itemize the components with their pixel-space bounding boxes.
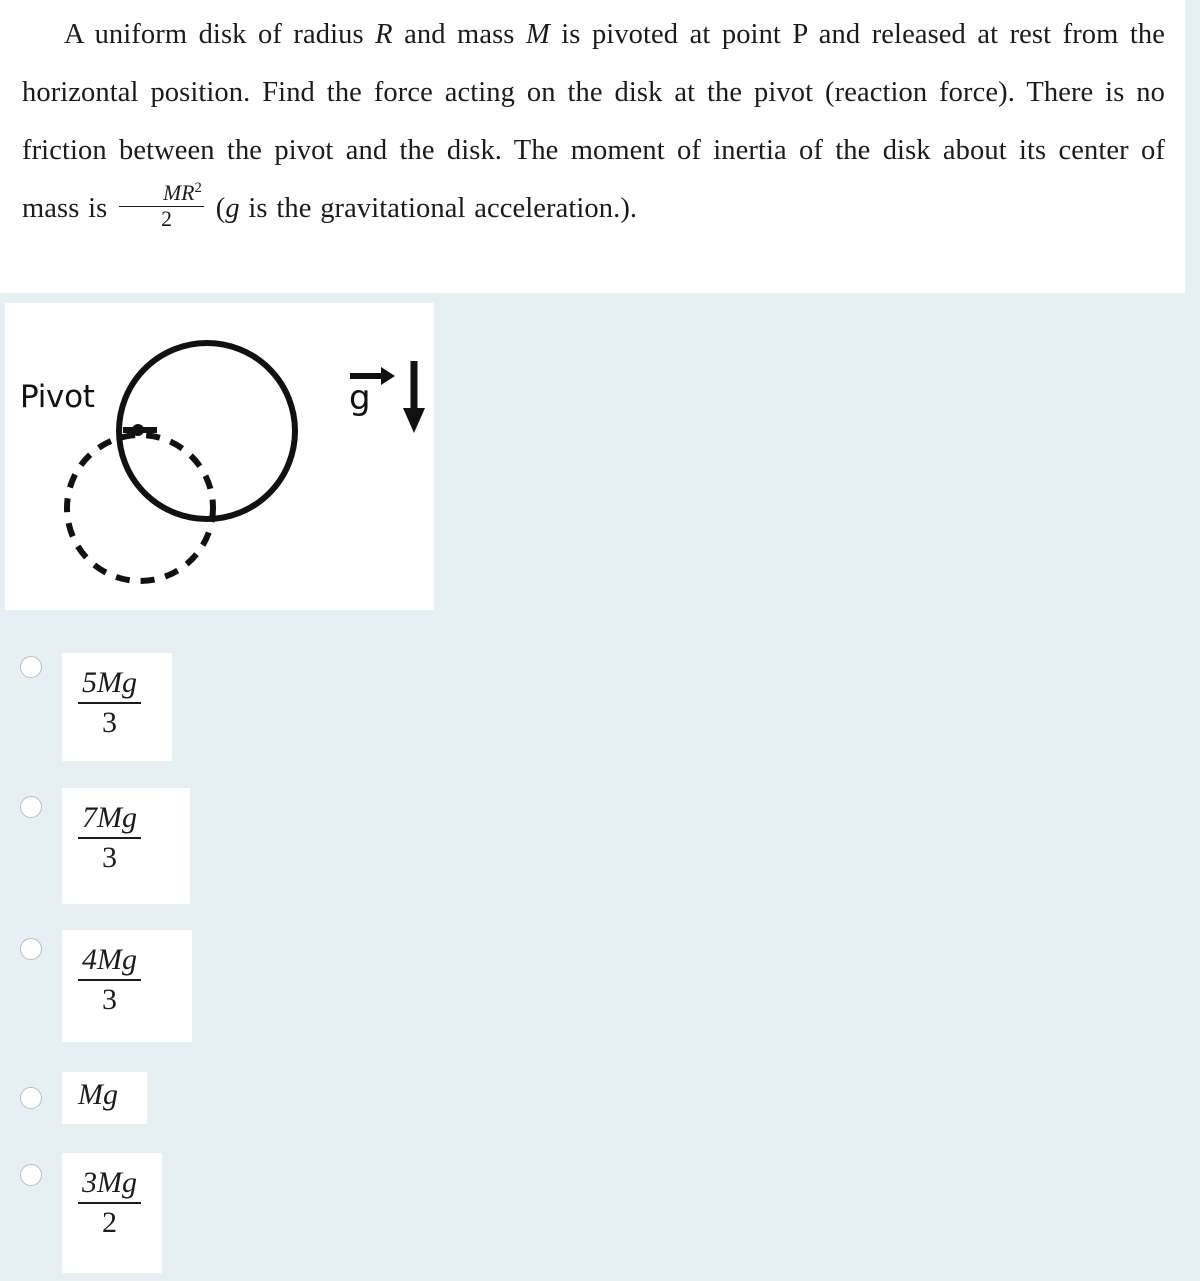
option-row-d[interactable]: Mg [0, 1071, 1200, 1151]
symbol-radius: R [375, 19, 393, 50]
radio-option-c[interactable] [20, 938, 42, 960]
question-text-part-5: is the gravitational acceleration.). [239, 193, 638, 224]
inertia-fraction: MR2 2 [119, 180, 204, 232]
dashed-disk-circle [64, 432, 216, 584]
option-a-denominator: 3 [102, 705, 117, 739]
gravity-symbol-label: g [349, 378, 371, 418]
question-card: A uniform disk of radius R and mass M is… [0, 0, 1185, 293]
option-c-fraction: 4Mg 3 [78, 944, 141, 1016]
answer-options-list: 5Mg 3 7Mg 3 4Mg 3 Mg 3Mg 2 [0, 645, 1200, 1281]
gravity-down-arrow-icon [403, 361, 425, 433]
radio-option-b[interactable] [20, 796, 42, 818]
option-a-numerator: 5Mg [78, 667, 141, 704]
option-c-denominator: 3 [102, 982, 117, 1016]
pivot-label: Pivot [20, 379, 95, 415]
option-b-numerator: 7Mg [78, 802, 141, 839]
radio-option-d[interactable] [20, 1087, 42, 1109]
question-text-part-4: ( [207, 193, 226, 224]
symbol-mass: M [525, 19, 550, 50]
option-row-c[interactable]: 4Mg 3 [0, 928, 1200, 1071]
inertia-fraction-numerator: MR2 [119, 180, 204, 208]
option-b-denominator: 3 [102, 840, 117, 874]
figure-card: Pivot g [5, 303, 434, 610]
option-box-c[interactable]: 4Mg 3 [62, 930, 192, 1042]
question-text: A uniform disk of radius R and mass M is… [0, 0, 1185, 238]
symbol-gravity: g [225, 193, 240, 224]
question-text-part-1: A uniform disk of radius [64, 19, 376, 50]
inertia-numerator-exponent: 2 [194, 180, 202, 197]
option-e-fraction: 3Mg 2 [78, 1167, 141, 1239]
inertia-fraction-denominator: 2 [161, 207, 172, 232]
option-row-e[interactable]: 3Mg 2 [0, 1151, 1200, 1281]
question-text-part-2: and mass [392, 19, 526, 50]
option-box-e[interactable]: 3Mg 2 [62, 1153, 162, 1273]
option-e-numerator: 3Mg [78, 1167, 141, 1204]
option-d-value: Mg [78, 1078, 118, 1111]
option-a-fraction: 5Mg 3 [78, 667, 141, 739]
option-e-denominator: 2 [102, 1205, 117, 1239]
radio-option-a[interactable] [20, 656, 42, 678]
option-box-b[interactable]: 7Mg 3 [62, 788, 190, 904]
disk-pivot-diagram [64, 340, 425, 584]
option-b-fraction: 7Mg 3 [78, 802, 141, 874]
option-c-numerator: 4Mg [78, 944, 141, 981]
inertia-numerator-symbols: MR [163, 181, 195, 206]
option-box-d[interactable]: Mg [62, 1072, 147, 1124]
option-row-a[interactable]: 5Mg 3 [0, 645, 1200, 785]
option-box-a[interactable]: 5Mg 3 [62, 653, 172, 761]
option-row-b[interactable]: 7Mg 3 [0, 785, 1200, 928]
radio-option-e[interactable] [20, 1164, 42, 1186]
